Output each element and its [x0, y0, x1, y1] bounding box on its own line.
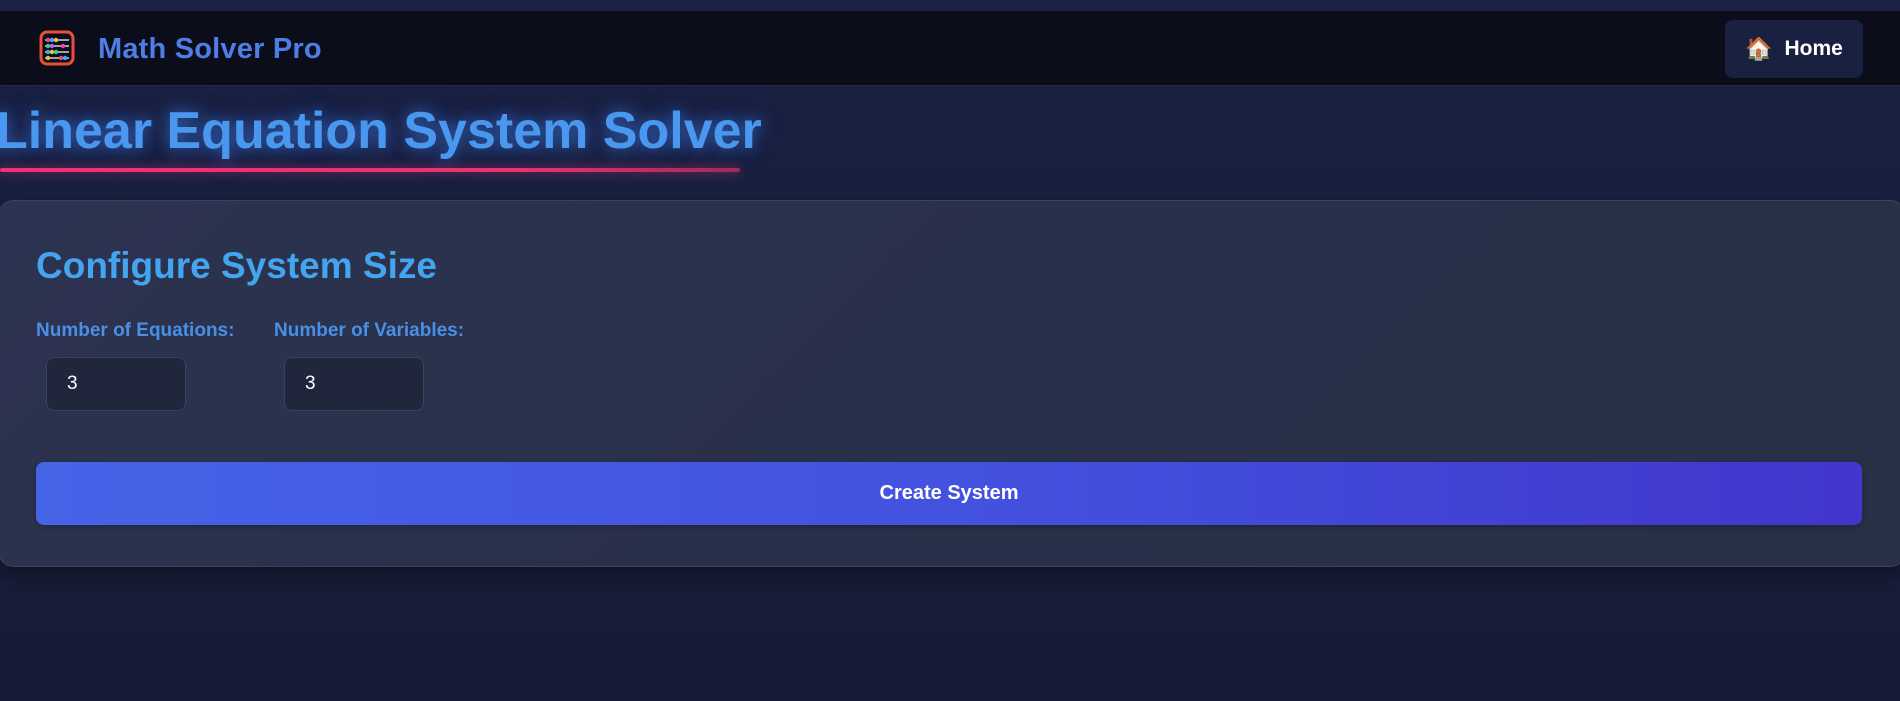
equations-input[interactable]: 3: [46, 357, 186, 411]
title-underline: [0, 168, 740, 172]
variables-input[interactable]: 3: [284, 357, 424, 411]
abacus-icon: [39, 30, 75, 66]
top-strip: [0, 0, 1900, 11]
create-system-button[interactable]: Create System: [36, 462, 1862, 525]
brand-name[interactable]: Math Solver Pro: [98, 33, 322, 66]
navbar: Math Solver Pro 🏠 Home: [0, 11, 1900, 86]
app-page: Math Solver Pro 🏠 Home Linear Equation S…: [0, 0, 1900, 701]
house-icon: 🏠: [1745, 36, 1773, 61]
configure-card: Configure System Size Number of Equation…: [0, 200, 1900, 567]
variables-label: Number of Variables:: [274, 320, 465, 341]
page-title: Linear Equation System Solver: [0, 102, 762, 160]
home-button[interactable]: 🏠 Home: [1725, 20, 1863, 78]
home-button-label: Home: [1784, 37, 1843, 60]
card-title: Configure System Size: [36, 245, 437, 286]
equations-label: Number of Equations:: [36, 320, 235, 341]
